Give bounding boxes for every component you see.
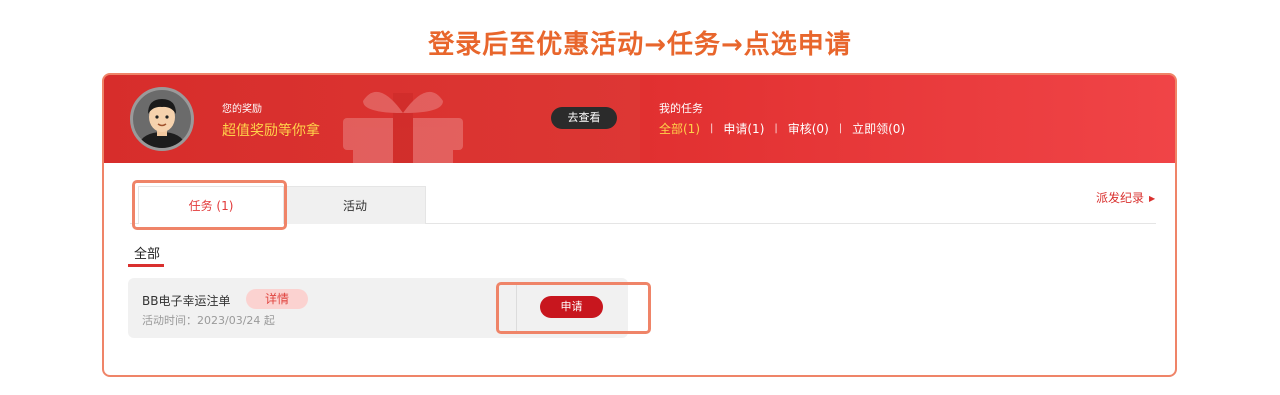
task-detail-button[interactable]: 详情 <box>246 289 308 309</box>
task-status-filters: 全部(1) | 申请(1) | 审核(0) | 立即领(0) <box>659 120 905 137</box>
task-title: BB电子幸运注单 <box>142 294 231 308</box>
filter-claim[interactable]: 立即领(0) <box>852 120 905 137</box>
filter-review[interactable]: 审核(0) <box>788 120 829 137</box>
reward-banner: 您的奖励 超值奖励等你拿 去查看 我的任务 全部(1) | 申请(1) | 审核… <box>104 75 1175 163</box>
reward-label: 您的奖励 <box>222 104 262 115</box>
avatar <box>130 87 194 151</box>
filter-apply[interactable]: 申请(1) <box>723 120 764 137</box>
my-tasks-section <box>640 75 1175 163</box>
tab-highlight-box <box>132 180 287 230</box>
caret-right-icon: ▶ <box>1149 194 1156 203</box>
instruction-headline: 登录后至优惠活动→任务→点选申请 <box>428 30 852 60</box>
gift-icon <box>338 83 468 163</box>
task-time: 活动时间：2023/03/24 起 <box>142 314 275 327</box>
category-all[interactable]: 全部 <box>134 243 160 262</box>
filter-all[interactable]: 全部(1) <box>659 120 700 137</box>
view-rewards-button[interactable]: 去查看 <box>551 107 617 129</box>
filter-separator: | <box>710 123 714 134</box>
tab-activities[interactable]: 活动 <box>284 186 426 224</box>
reward-promo-text: 超值奖励等你拿 <box>222 123 320 139</box>
records-link-label: 派发纪录 <box>1096 191 1145 205</box>
apply-highlight-box <box>496 282 651 334</box>
distribution-records-link[interactable]: 派发纪录 ▶ <box>1096 189 1155 206</box>
filter-separator: | <box>838 123 843 134</box>
filter-separator: | <box>774 123 778 134</box>
task-panel: 您的奖励 超值奖励等你拿 去查看 我的任务 全部(1) | 申请(1) | 审核… <box>102 73 1177 377</box>
my-tasks-title: 我的任务 <box>659 102 703 115</box>
category-all-underline <box>128 264 164 267</box>
